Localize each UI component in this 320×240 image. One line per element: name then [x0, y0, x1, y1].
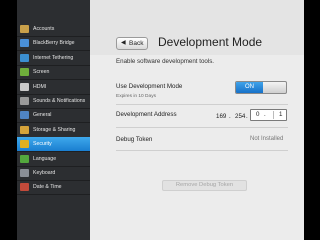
sidebar-item-label: Screen [33, 69, 50, 76]
sidebar-item-sounds-notifications[interactable]: Sounds & Notifications [17, 94, 90, 109]
sidebar-item-hdmi[interactable]: HDMI [17, 80, 90, 95]
dev-mode-toggle[interactable]: ON [235, 81, 287, 94]
debug-token-status: Not Installed [250, 136, 284, 142]
address-divider [273, 111, 274, 119]
clock-icon [20, 183, 29, 192]
sidebar-item-label: Storage & Sharing [33, 126, 76, 133]
address-octet-4: 1 [279, 111, 283, 118]
sounds-icon [20, 97, 29, 105]
address-input[interactable]: 0 . 1 [250, 109, 287, 121]
back-button[interactable]: ◀ Back [116, 37, 148, 50]
page-title: Development Mode [158, 35, 263, 49]
sidebar-item-internet-tethering[interactable]: Internet Tethering [17, 51, 90, 66]
development-mode-panel: ◀ Back Development Mode Enable software … [90, 0, 304, 240]
address-octet-1: 169 [216, 113, 227, 120]
sidebar-item-accounts[interactable]: Accounts [17, 22, 90, 37]
remove-debug-token-button[interactable]: Remove Debug Token [162, 180, 247, 191]
back-arrow-icon: ◀ [121, 40, 126, 46]
sidebar-item-general[interactable]: General [17, 108, 90, 124]
keyboard-icon [20, 169, 29, 177]
sidebar-item-label: HDMI [33, 83, 47, 90]
storage-icon [20, 125, 29, 134]
toggle-on-label: ON [236, 82, 263, 93]
sidebar-item-keyboard[interactable]: Keyboard [17, 166, 90, 181]
sidebar-item-storage-sharing[interactable]: Storage & Sharing [17, 123, 90, 138]
settings-sidebar: Accounts BlackBerry Bridge Internet Tether… [17, 0, 90, 240]
sidebar-item-label: Accounts [33, 26, 55, 32]
screen-icon [20, 68, 29, 77]
debug-token-label: Debug Token [116, 136, 153, 143]
divider [116, 127, 288, 128]
address-octet-3: 0 [256, 111, 260, 118]
hdmi-icon [20, 82, 29, 91]
sidebar-item-screen[interactable]: Screen [17, 65, 90, 81]
address-dot: . [264, 111, 266, 118]
sidebar-item-label: Internet Tethering [33, 54, 74, 61]
sidebar-item-label: BlackBerry Bridge [33, 40, 75, 47]
dev-mode-expiry: Expires in 10 Days [116, 94, 156, 99]
sidebar-item-label: Security [33, 141, 52, 148]
page-subtitle: Enable software development tools. [116, 58, 215, 65]
sidebar-item-label: General [33, 112, 52, 119]
accounts-icon [20, 25, 29, 33]
sidebar-item-label: Language [33, 155, 57, 162]
lock-icon [20, 140, 29, 149]
sidebar-item-blackberry-bridge[interactable]: BlackBerry Bridge [17, 36, 90, 52]
divider [116, 150, 288, 151]
address-dot: . [246, 113, 248, 120]
blackberry-bridge-icon [20, 39, 29, 48]
sidebar-item-label: Sounds & Notifications [33, 98, 86, 104]
dev-mode-label: Use Development Mode [116, 83, 183, 90]
internet-tethering-icon [20, 53, 29, 62]
address-octet-2: 254 [235, 113, 246, 120]
back-button-label: Back [129, 40, 144, 47]
address-label: Development Address [116, 111, 177, 118]
address-dot: . [229, 113, 231, 120]
sidebar-item-label: Keyboard [33, 170, 56, 176]
sidebar-item-date-time[interactable]: Date & Time [17, 180, 90, 196]
general-icon [20, 111, 29, 120]
sidebar-item-label: Date & Time [33, 184, 62, 191]
language-icon [20, 154, 29, 163]
sidebar-item-language[interactable]: Language [17, 152, 90, 167]
sidebar-item-security[interactable]: Security [17, 137, 90, 153]
divider [116, 104, 288, 105]
